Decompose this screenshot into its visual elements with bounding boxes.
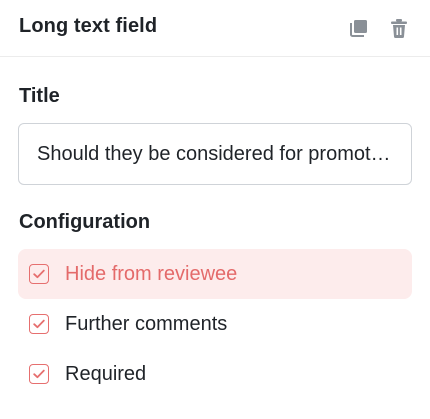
option-label: Required	[65, 362, 147, 385]
title-input[interactable]	[18, 123, 412, 185]
option-hide-from-reviewee[interactable]: Hide from reviewee	[18, 249, 412, 299]
panel-title: Long text field	[19, 15, 158, 37]
option-required[interactable]: Required	[18, 349, 412, 399]
copy-icon[interactable]	[348, 17, 370, 39]
trash-icon[interactable]	[388, 17, 410, 39]
header-actions	[348, 17, 410, 39]
panel-header: Long text field	[0, 0, 430, 57]
checkbox-checked-icon[interactable]	[29, 314, 49, 334]
option-label: Hide from reviewee	[65, 262, 238, 285]
configuration-options: Hide from reviewee Further comments Requ…	[18, 249, 412, 399]
checkbox-checked-icon[interactable]	[29, 364, 49, 384]
configuration-label: Configuration	[19, 211, 151, 233]
title-label: Title	[19, 85, 60, 107]
option-further-comments[interactable]: Further comments	[18, 299, 412, 349]
option-label: Further comments	[65, 312, 228, 335]
checkbox-checked-icon[interactable]	[29, 264, 49, 284]
